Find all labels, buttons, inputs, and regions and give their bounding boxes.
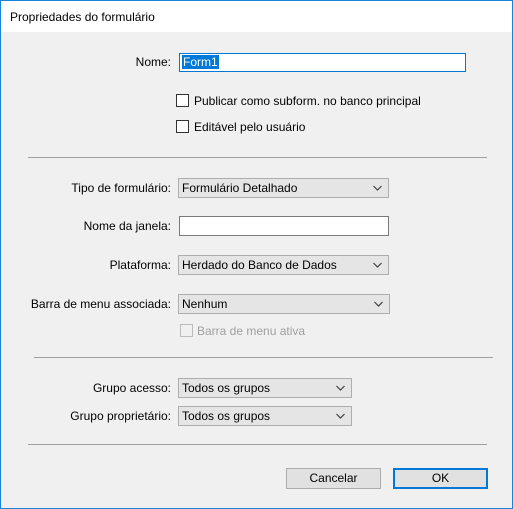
ok-button[interactable]: OK	[393, 468, 488, 489]
platform-label: Plataforma:	[109, 258, 171, 272]
name-label: Nome:	[135, 55, 171, 69]
window-name-label: Nome da janela:	[83, 219, 171, 233]
cancel-button[interactable]: Cancelar	[286, 468, 381, 489]
title-bar[interactable]: Propriedades do formulário	[1, 1, 512, 32]
access-group-label: Grupo acesso:	[92, 381, 171, 395]
form-type-label: Tipo de formulário:	[71, 181, 171, 195]
access-group-select[interactable]: Todos os grupos	[178, 378, 352, 398]
user-editable-checkbox[interactable]	[176, 120, 189, 133]
menubar-label: Barra de menu associada:	[30, 297, 171, 311]
chevron-down-icon	[374, 301, 383, 307]
separator-bottom	[28, 444, 487, 445]
window-title: Propriedades do formulário	[10, 10, 155, 24]
form-properties-dialog: Propriedades do formulário Nome: Form1 P…	[0, 0, 513, 509]
chevron-down-icon	[373, 262, 382, 268]
window-name-field[interactable]	[179, 216, 389, 236]
platform-value: Herdado do Banco de Dados	[182, 258, 337, 272]
menubar-select[interactable]: Nenhum	[178, 294, 390, 314]
name-field-value: Form1	[182, 55, 219, 69]
platform-select[interactable]: Herdado do Banco de Dados	[178, 255, 389, 275]
owner-group-select[interactable]: Todos os grupos	[178, 406, 352, 426]
form-type-value: Formulário Detalhado	[182, 181, 298, 195]
menubar-active-checkbox[interactable]	[180, 324, 193, 337]
chevron-down-icon	[336, 413, 345, 419]
form-type-select[interactable]: Formulário Detalhado	[178, 178, 389, 198]
access-group-value: Todos os grupos	[182, 381, 271, 395]
chevron-down-icon	[336, 385, 345, 391]
name-field[interactable]: Form1	[179, 53, 466, 72]
menubar-value: Nenhum	[182, 297, 228, 311]
publish-subform-label[interactable]: Publicar como subform. no banco principa…	[194, 94, 421, 108]
user-editable-label[interactable]: Editável pelo usuário	[194, 120, 305, 134]
owner-group-value: Todos os grupos	[182, 409, 271, 423]
owner-group-label: Grupo proprietário:	[70, 409, 171, 423]
menubar-active-label: Barra de menu ativa	[197, 324, 306, 338]
separator-middle	[34, 357, 493, 358]
separator-top	[28, 157, 487, 158]
publish-subform-checkbox[interactable]	[176, 94, 189, 107]
chevron-down-icon	[373, 185, 382, 191]
